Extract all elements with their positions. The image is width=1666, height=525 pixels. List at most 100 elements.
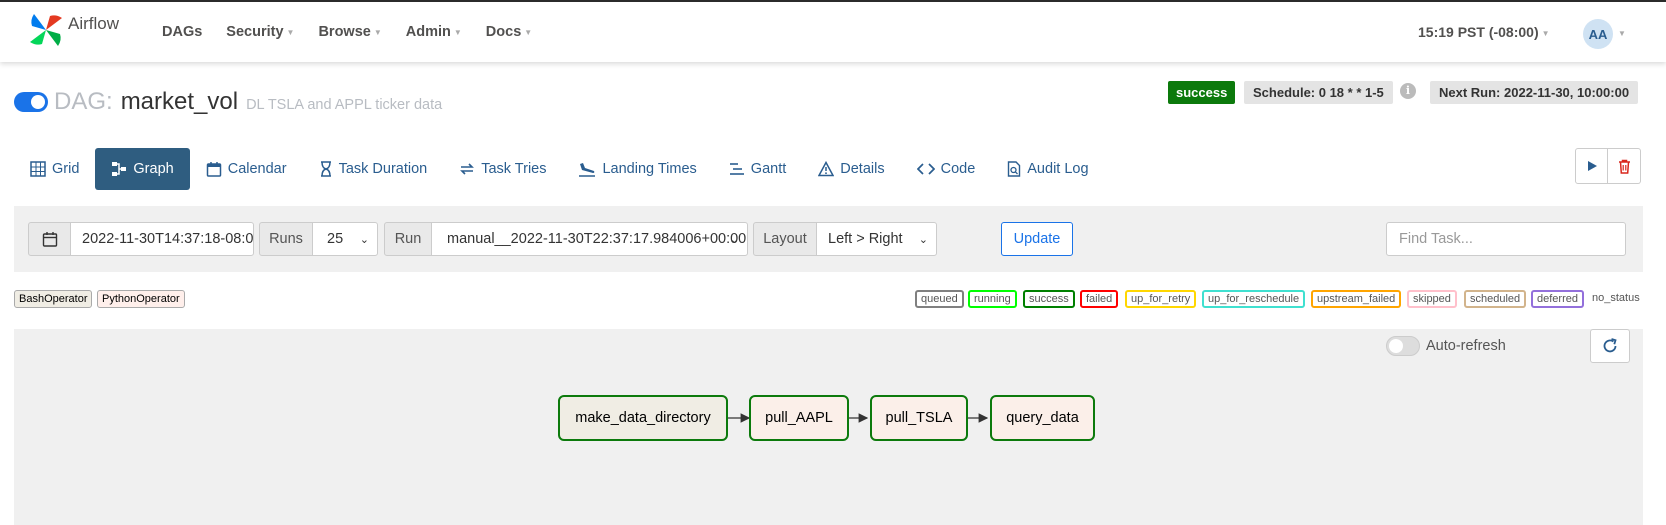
chevron-down-icon[interactable]: ▼ bbox=[1618, 29, 1626, 38]
tab-landing-times[interactable]: Landing Times bbox=[562, 148, 712, 190]
state-legend-failed[interactable]: failed bbox=[1080, 290, 1119, 308]
state-legend-upstream-failed[interactable]: upstream_failed bbox=[1311, 290, 1402, 308]
info-icon[interactable]: i bbox=[1400, 83, 1416, 99]
nav-docs-label: Docs bbox=[485, 24, 522, 40]
tab-grid[interactable]: Grid bbox=[14, 148, 95, 190]
nav-dags-label: DAGs bbox=[162, 24, 203, 40]
state-legend-up-for-reschedule[interactable]: up_for_reschedule bbox=[1202, 290, 1306, 308]
tab-code[interactable]: Code bbox=[901, 148, 992, 190]
clock-label: 15:19 PST (-08:00) bbox=[1418, 24, 1539, 40]
task-node-pull-aapl[interactable]: pull_AAPL bbox=[749, 395, 849, 441]
main-nav: DAGs Security ▼ Browse ▼ Admin ▼ Docs ▼ bbox=[162, 24, 556, 40]
state-legend-up-for-retry[interactable]: up_for_retry bbox=[1125, 290, 1197, 308]
layout-select[interactable]: Left > Right ⌄ bbox=[816, 222, 937, 256]
run-label: Run bbox=[384, 222, 432, 256]
dag-description: DL TSLA and APPL ticker data bbox=[246, 97, 443, 113]
grid-icon bbox=[30, 161, 46, 177]
chevron-down-icon: ⌄ bbox=[359, 234, 369, 246]
nav-docs[interactable]: Docs ▼ bbox=[486, 24, 532, 40]
chevron-down-icon: ▼ bbox=[524, 27, 533, 37]
gantt-icon bbox=[729, 163, 744, 175]
calendar-picker-button[interactable] bbox=[28, 222, 71, 256]
graph-filter-bar: 2022-11-30T14:37:18-08:00 Runs 25 ⌄ Run … bbox=[14, 206, 1643, 272]
nav-dags[interactable]: DAGs bbox=[162, 24, 202, 40]
state-legend-no-status[interactable]: no_status bbox=[1592, 292, 1640, 304]
runs-select-value: 25 bbox=[327, 231, 344, 247]
tab-grid-label: Grid bbox=[52, 161, 80, 177]
tab-audit-log-label: Audit Log bbox=[1027, 161, 1089, 177]
dag-prefix: DAG: bbox=[54, 88, 113, 115]
chevron-down-icon: ⌄ bbox=[918, 234, 928, 246]
trigger-dag-button[interactable] bbox=[1575, 148, 1608, 184]
delete-dag-button[interactable] bbox=[1608, 148, 1641, 184]
chevron-down-icon: ⌄ bbox=[729, 234, 739, 246]
find-task-input[interactable]: Find Task... bbox=[1386, 222, 1626, 256]
brand-name: Airflow bbox=[68, 14, 120, 33]
layout-label: Layout bbox=[753, 222, 817, 256]
graph-canvas[interactable]: Auto-refresh make_data_directory pull_AA… bbox=[14, 329, 1643, 525]
hourglass-icon bbox=[320, 161, 331, 177]
view-tabs: Grid Graph Calendar Task Duration Task T… bbox=[14, 148, 1105, 190]
calendar-icon bbox=[206, 162, 221, 177]
nav-security[interactable]: Security ▼ bbox=[226, 24, 294, 40]
nav-security-label: Security bbox=[226, 24, 284, 40]
audit-log-icon bbox=[1008, 161, 1021, 177]
next-run-badge: Next Run: 2022-11-30, 10:00:00 bbox=[1430, 81, 1639, 104]
tab-gantt[interactable]: Gantt bbox=[713, 148, 802, 190]
tab-calendar-label: Calendar bbox=[227, 161, 287, 177]
state-legend-skipped[interactable]: skipped bbox=[1407, 290, 1457, 308]
dag-pause-toggle[interactable] bbox=[14, 92, 48, 112]
state-legend-deferred[interactable]: deferred bbox=[1531, 290, 1584, 308]
tab-calendar[interactable]: Calendar bbox=[190, 148, 303, 190]
chevron-down-icon: ▼ bbox=[286, 27, 295, 37]
dag-title-row: DAG: market_vol DL TSLA and APPL ticker … bbox=[14, 88, 442, 116]
chevron-down-icon: ▼ bbox=[453, 27, 462, 37]
graph-icon bbox=[112, 162, 127, 176]
tab-task-tries[interactable]: Task Tries bbox=[443, 148, 562, 190]
base-date-input[interactable]: 2022-11-30T14:37:18-08:00 bbox=[70, 222, 254, 256]
play-icon bbox=[1587, 161, 1597, 171]
layout-select-value: Left > Right bbox=[828, 231, 903, 247]
top-navbar: Airflow DAGs Security ▼ Browse ▼ Admin ▼ Do… bbox=[0, 0, 1666, 62]
operator-legend-python[interactable]: PythonOperator bbox=[97, 290, 185, 308]
tab-audit-log[interactable]: Audit Log bbox=[991, 148, 1104, 190]
chevron-down-icon: ▼ bbox=[1541, 28, 1550, 38]
tab-graph-label: Graph bbox=[133, 161, 174, 177]
warning-triangle-icon bbox=[818, 161, 835, 177]
nav-admin-label: Admin bbox=[405, 24, 451, 40]
calendar-icon bbox=[42, 232, 57, 247]
tab-task-duration-label: Task Duration bbox=[338, 161, 428, 177]
brand[interactable]: Airflow bbox=[28, 12, 119, 48]
state-legend-success[interactable]: success bbox=[1023, 290, 1075, 308]
update-button[interactable]: Update bbox=[1001, 222, 1073, 256]
chevron-down-icon: ▼ bbox=[373, 27, 382, 37]
tab-graph[interactable]: Graph bbox=[95, 148, 190, 190]
run-select-value: manual__2022-11-30T22:37:17.984006+00:00 bbox=[447, 231, 747, 247]
dag-id: market_vol bbox=[120, 88, 239, 115]
dag-action-buttons bbox=[1575, 148, 1641, 184]
state-legend-running[interactable]: running bbox=[968, 290, 1017, 308]
operator-legend-bash[interactable]: BashOperator bbox=[14, 290, 93, 308]
plane-landing-icon bbox=[579, 163, 596, 177]
task-node-pull-tsla[interactable]: pull_TSLA bbox=[870, 395, 968, 441]
tab-code-label: Code bbox=[940, 161, 976, 177]
dag-state-badge: success bbox=[1168, 81, 1236, 104]
airflow-logo-icon bbox=[30, 14, 62, 46]
nav-admin[interactable]: Admin ▼ bbox=[406, 24, 462, 40]
state-legend-queued[interactable]: queued bbox=[915, 290, 964, 308]
runs-select[interactable]: 25 ⌄ bbox=[312, 222, 378, 256]
user-avatar[interactable]: AA bbox=[1583, 19, 1613, 49]
tab-task-tries-label: Task Tries bbox=[481, 161, 547, 177]
timezone-clock[interactable]: 15:19 PST (-08:00) ▼ bbox=[1418, 24, 1550, 40]
tab-task-duration[interactable]: Task Duration bbox=[303, 148, 444, 190]
tab-details[interactable]: Details bbox=[802, 148, 900, 190]
tab-landing-times-label: Landing Times bbox=[602, 161, 697, 177]
nav-browse-label: Browse bbox=[318, 24, 371, 40]
nav-browse[interactable]: Browse ▼ bbox=[318, 24, 381, 40]
state-legend-scheduled[interactable]: scheduled bbox=[1464, 290, 1527, 308]
task-node-make-data-directory[interactable]: make_data_directory bbox=[558, 395, 728, 441]
code-icon bbox=[916, 163, 935, 175]
task-node-query-data[interactable]: query_data bbox=[990, 395, 1095, 441]
schedule-badge: Schedule: 0 18 * * 1-5 bbox=[1244, 81, 1393, 104]
run-select[interactable]: manual__2022-11-30T22:37:17.984006+00:00… bbox=[431, 222, 748, 256]
